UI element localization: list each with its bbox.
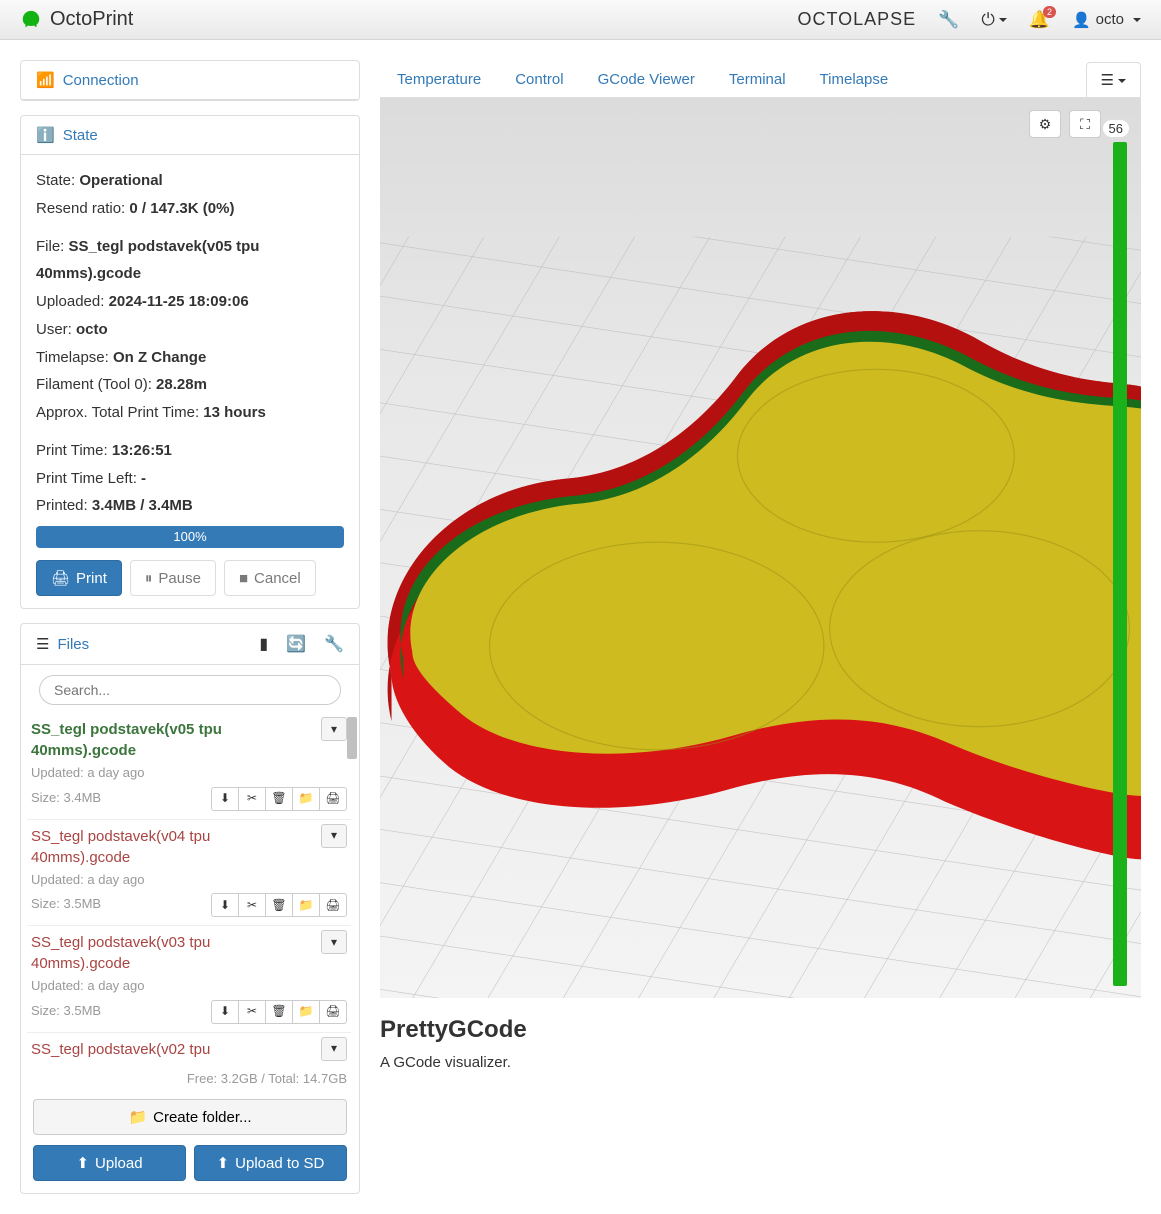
brand[interactable]: OctoPrint <box>20 8 133 31</box>
tab-timelapse[interactable]: Timelapse <box>803 60 906 98</box>
power-icon[interactable]: ⏻ <box>981 10 1006 30</box>
user-menu[interactable]: 👤 octo <box>1072 11 1141 29</box>
folder-icon[interactable]: 📁 <box>292 893 320 917</box>
sd-icon[interactable]: ▮ <box>259 634 268 654</box>
layer-slider[interactable] <box>1113 142 1127 986</box>
info-icon: ℹ️ <box>36 126 55 144</box>
octoprint-logo-icon <box>20 9 42 31</box>
state-title: State <box>63 127 98 144</box>
tab-temperature[interactable]: Temperature <box>380 60 498 98</box>
tab-menu-button[interactable]: ☰ <box>1086 62 1141 98</box>
notification-badge: 2 <box>1043 6 1056 18</box>
viewer-fullscreen-button[interactable]: ⛶ <box>1069 110 1101 138</box>
upload-button[interactable]: ⬆Upload <box>33 1145 186 1181</box>
cancel-button[interactable]: ■Cancel <box>224 560 316 596</box>
print-button[interactable]: 🖨Print <box>36 560 122 596</box>
tab-control[interactable]: Control <box>498 60 580 98</box>
slice-icon[interactable]: ✂ <box>238 893 266 917</box>
tabs: Temperature Control GCode Viewer Termina… <box>380 60 1141 98</box>
refresh-icon[interactable]: 🔄 <box>286 634 306 654</box>
download-icon[interactable]: ⬇ <box>211 1000 239 1024</box>
files-title: Files <box>57 636 89 653</box>
slice-icon[interactable]: ✂ <box>238 787 266 811</box>
file-updated: Updated: a day ago <box>31 763 347 783</box>
folder-icon[interactable]: 📁 <box>292 1000 320 1024</box>
file-name[interactable]: SS_tegl podstavek(v04 tpu 40mms).gcode <box>31 826 347 868</box>
viewer-title: PrettyGCode <box>380 1016 1141 1044</box>
expand-button[interactable]: ▾ <box>321 717 347 741</box>
file-item[interactable]: ▾ SS_tegl podstavek(v03 tpu 40mms).gcode… <box>27 925 351 1032</box>
file-item[interactable]: ▾ SS_tegl podstavek(v05 tpu 40mms).gcode… <box>27 713 351 819</box>
notifications-icon[interactable]: 🔔2 <box>1029 10 1050 30</box>
viewer-footer: PrettyGCode A GCode visualizer. <box>380 998 1141 1071</box>
file-actions: ⬇ ✂ 🗑 📁 🖨 <box>212 787 347 811</box>
download-icon[interactable]: ⬇ <box>211 787 239 811</box>
delete-icon[interactable]: 🗑 <box>265 787 293 811</box>
files-heading[interactable]: ☰ Files ▮ 🔄 🔧 <box>21 624 359 665</box>
file-actions: ⬇ ✂ 🗑 📁 🖨 <box>212 1000 347 1024</box>
file-name[interactable]: SS_tegl podstavek(v02 tpu 40mms).gcode <box>31 1039 347 1064</box>
slice-icon[interactable]: ✂ <box>238 1000 266 1024</box>
expand-button[interactable]: ▾ <box>321 930 347 954</box>
upload-icon: ⬆ <box>76 1154 89 1172</box>
progress-bar: 100% <box>36 526 344 548</box>
search-input[interactable] <box>39 675 341 705</box>
file-updated: Updated: a day ago <box>31 870 347 890</box>
tab-terminal[interactable]: Terminal <box>712 60 803 98</box>
print-icon[interactable]: 🖨 <box>319 893 347 917</box>
pause-icon: ⏸ <box>145 570 153 587</box>
file-list[interactable]: ▾ SS_tegl podstavek(v05 tpu 40mms).gcode… <box>21 713 359 1063</box>
expand-button[interactable]: ▾ <box>321 824 347 848</box>
layer-number: 56 <box>1103 120 1129 137</box>
viewer-description: A GCode visualizer. <box>380 1054 1141 1071</box>
file-name[interactable]: SS_tegl podstavek(v05 tpu 40mms).gcode <box>31 719 347 761</box>
state-heading[interactable]: ℹ️ State <box>21 116 359 155</box>
tab-gcode-viewer[interactable]: GCode Viewer <box>581 60 712 98</box>
folder-icon: 📁 <box>128 1108 147 1126</box>
download-icon[interactable]: ⬇ <box>211 893 239 917</box>
connection-panel: 📶 Connection <box>20 60 360 101</box>
file-item[interactable]: ▾ SS_tegl podstavek(v02 tpu 40mms).gcode <box>27 1032 351 1064</box>
upload-sd-button[interactable]: ⬆Upload to SD <box>194 1145 347 1181</box>
file-size: Size: 3.5MB <box>31 894 212 914</box>
print-icon[interactable]: 🖨 <box>319 1000 347 1024</box>
signal-icon: 📶 <box>36 71 55 89</box>
create-folder-button[interactable]: 📁Create folder... <box>33 1099 347 1135</box>
brand-text: OctoPrint <box>50 8 133 31</box>
file-updated: Updated: a day ago <box>31 976 347 996</box>
gcode-viewer[interactable]: ⚙ ⛶ 56 <box>380 98 1141 998</box>
print-icon[interactable]: 🖨 <box>319 787 347 811</box>
file-size: Size: 3.4MB <box>31 788 212 808</box>
wrench-icon[interactable]: 🔧 <box>324 634 344 654</box>
state-panel: ℹ️ State State: Operational Resend ratio… <box>20 115 360 609</box>
upload-icon: ⬆ <box>217 1154 230 1172</box>
octolapse-link[interactable]: OCTOLAPSE <box>797 9 916 30</box>
file-item[interactable]: ▾ SS_tegl podstavek(v04 tpu 40mms).gcode… <box>27 819 351 926</box>
print-icon: 🖨 <box>51 569 70 587</box>
delete-icon[interactable]: 🗑 <box>265 893 293 917</box>
connection-title: Connection <box>63 72 139 89</box>
gcode-visualization <box>380 98 1141 998</box>
folder-icon[interactable]: 📁 <box>292 787 320 811</box>
file-size: Size: 3.5MB <box>31 1001 212 1021</box>
file-actions: ⬇ ✂ 🗑 📁 🖨 <box>212 893 347 917</box>
settings-icon[interactable]: 🔧 <box>938 10 959 30</box>
connection-heading[interactable]: 📶 Connection <box>21 61 359 100</box>
storage-info: Free: 3.2GB / Total: 14.7GB <box>21 1063 359 1099</box>
file-name[interactable]: SS_tegl podstavek(v03 tpu 40mms).gcode <box>31 932 347 974</box>
files-panel: ☰ Files ▮ 🔄 🔧 ▾ SS_tegl podstavek(v05 tp… <box>20 623 360 1194</box>
viewer-settings-button[interactable]: ⚙ <box>1029 110 1061 138</box>
cancel-icon: ■ <box>239 570 248 587</box>
expand-button[interactable]: ▾ <box>321 1037 347 1061</box>
progress-fill: 100% <box>36 526 344 548</box>
list-icon: ☰ <box>36 635 49 653</box>
pause-button[interactable]: ⏸Pause <box>130 560 216 596</box>
navbar: OctoPrint OCTOLAPSE 🔧 ⏻ 🔔2 👤 octo <box>0 0 1161 40</box>
delete-icon[interactable]: 🗑 <box>265 1000 293 1024</box>
navbar-right: OCTOLAPSE 🔧 ⏻ 🔔2 👤 octo <box>797 9 1141 30</box>
